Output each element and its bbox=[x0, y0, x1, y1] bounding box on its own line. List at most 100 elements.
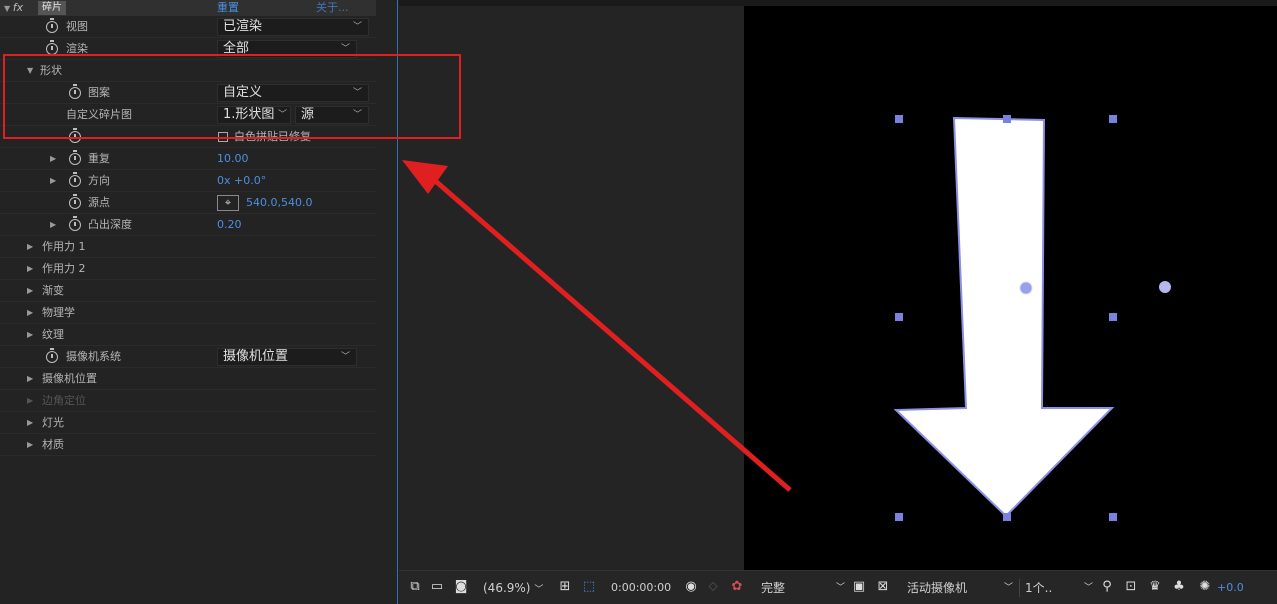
grid-icon[interactable]: ⊞ bbox=[557, 579, 573, 595]
fast-preview-icon[interactable]: ⚲ bbox=[1099, 579, 1115, 595]
expand-triangle-icon[interactable]: ▶ bbox=[50, 214, 56, 236]
timecode[interactable]: 0:00:00:00 bbox=[611, 579, 671, 597]
vr-goggles-icon[interactable]: ◙ bbox=[453, 579, 469, 595]
origin-label: 源点 bbox=[88, 196, 110, 209]
stopwatch-icon[interactable] bbox=[69, 216, 81, 231]
expand-triangle-icon[interactable]: ▶ bbox=[27, 324, 33, 346]
row-origin: 源点 ⌖ 540.0,540.0 bbox=[0, 192, 376, 214]
transparency-grid-icon[interactable]: ⊠ bbox=[875, 579, 891, 595]
gradient-label: 渐变 bbox=[42, 284, 64, 297]
resolution-value: 完整 bbox=[761, 581, 786, 595]
about-link[interactable]: 关于... bbox=[316, 0, 349, 16]
physics-label: 物理学 bbox=[42, 306, 75, 319]
down-arrow-shape[interactable] bbox=[893, 116, 1115, 518]
view-dropdown[interactable]: 已渲染 ﹀ bbox=[217, 18, 369, 36]
camera-system-value: 摄像机位置 bbox=[223, 349, 289, 364]
show-snapshot-icon[interactable]: ⬦ bbox=[705, 579, 721, 595]
arrow-shape-layer[interactable] bbox=[744, 6, 1277, 570]
exposure-reset-icon[interactable]: ✺ bbox=[1197, 579, 1213, 595]
stopwatch-icon[interactable] bbox=[69, 172, 81, 187]
exposure-value[interactable]: +0.0 bbox=[1217, 579, 1244, 597]
effect-name[interactable]: 碎片 bbox=[38, 1, 66, 15]
camera-system-dropdown[interactable]: 摄像机位置 ﹀ bbox=[217, 348, 357, 366]
group-lighting[interactable]: ▶ 灯光 bbox=[0, 412, 376, 434]
material-label: 材质 bbox=[42, 438, 64, 451]
expand-triangle-icon[interactable]: ▶ bbox=[27, 412, 33, 434]
monitor-icon[interactable]: ▭ bbox=[429, 579, 445, 595]
crosshair-icon[interactable]: ⌖ bbox=[217, 195, 239, 211]
bbox-handle[interactable] bbox=[895, 513, 903, 521]
group-force2[interactable]: ▶ 作用力 2 bbox=[0, 258, 376, 280]
views-dropdown[interactable]: 1个.. ﹀ bbox=[1025, 579, 1093, 597]
camera-value: 活动摄像机 bbox=[907, 581, 968, 595]
chevron-down-icon: ﹀ bbox=[835, 583, 845, 593]
expand-triangle-icon[interactable]: ▶ bbox=[27, 368, 33, 390]
row-repetitions: ▶ 重复 10.00 bbox=[0, 148, 376, 170]
bbox-handle[interactable] bbox=[1109, 115, 1117, 123]
row-extrusion-depth: ▶ 凸出深度 0.20 bbox=[0, 214, 376, 236]
chevron-down-icon: ﹀ bbox=[340, 352, 350, 362]
bbox-handle[interactable] bbox=[1109, 313, 1117, 321]
force2-label: 作用力 2 bbox=[42, 262, 86, 275]
direction-label: 方向 bbox=[88, 174, 110, 187]
expand-triangle-icon[interactable]: ▶ bbox=[27, 258, 33, 280]
row-view: 视图 已渲染 ﹀ bbox=[0, 16, 376, 38]
toggle-transparency-icon[interactable]: ⊡ bbox=[1123, 579, 1139, 595]
stopwatch-icon[interactable] bbox=[46, 348, 58, 363]
stopwatch-icon[interactable] bbox=[69, 194, 81, 209]
direction-value[interactable]: 0x +0.0° bbox=[217, 170, 266, 192]
expand-triangle-icon: ▶ bbox=[27, 396, 34, 405]
bbox-handle[interactable] bbox=[1003, 115, 1011, 123]
reset-button[interactable]: 重置 bbox=[217, 0, 239, 16]
camera-system-label: 摄像机系统 bbox=[66, 350, 121, 363]
expand-triangle-icon[interactable]: ▶ bbox=[27, 236, 33, 258]
region-of-interest-icon[interactable]: ⬚ bbox=[581, 579, 597, 595]
repetitions-label: 重复 bbox=[88, 152, 110, 165]
zoom-value: (46.9%) bbox=[483, 581, 531, 595]
group-camera-position[interactable]: ▶ 摄像机位置 bbox=[0, 368, 376, 390]
group-force1[interactable]: ▶ 作用力 1 bbox=[0, 236, 376, 258]
bbox-handle[interactable] bbox=[1109, 513, 1117, 521]
chevron-down-icon: ﹀ bbox=[534, 585, 544, 595]
lighting-label: 灯光 bbox=[42, 416, 64, 429]
group-physics[interactable]: ▶ 物理学 bbox=[0, 302, 376, 324]
divider bbox=[1019, 579, 1020, 597]
composition-viewer[interactable] bbox=[744, 6, 1277, 570]
group-material[interactable]: ▶ 材质 bbox=[0, 434, 376, 456]
fx-icon[interactable]: ▼ fx bbox=[4, 0, 23, 17]
camera-position-label: 摄像机位置 bbox=[42, 372, 97, 385]
row-direction: ▶ 方向 0x +0.0° bbox=[0, 170, 376, 192]
group-textures[interactable]: ▶ 纹理 bbox=[0, 324, 376, 346]
expand-triangle-icon[interactable]: ▶ bbox=[27, 280, 33, 302]
corner-pins-label: 边角定位 bbox=[42, 394, 86, 407]
group-gradient[interactable]: ▶ 渐变 bbox=[0, 280, 376, 302]
repetitions-value[interactable]: 10.00 bbox=[217, 148, 249, 170]
stopwatch-icon[interactable] bbox=[46, 18, 58, 33]
flowchart-icon[interactable]: ♣ bbox=[1171, 579, 1187, 595]
always-preview-icon[interactable]: ⧉ bbox=[407, 579, 423, 595]
origin-value[interactable]: 540.0,540.0 bbox=[246, 192, 312, 214]
highlight-box bbox=[3, 54, 461, 139]
bbox-handle[interactable] bbox=[895, 313, 903, 321]
resolution-dropdown[interactable]: 完整 ﹀ bbox=[761, 579, 845, 597]
anchor-point-icon[interactable] bbox=[1019, 281, 1033, 295]
bbox-handle[interactable] bbox=[895, 115, 903, 123]
chevron-down-icon: ﹀ bbox=[352, 22, 362, 32]
expand-triangle-icon[interactable]: ▶ bbox=[50, 170, 56, 192]
expand-triangle-icon[interactable]: ▶ bbox=[27, 434, 33, 456]
bbox-handle[interactable] bbox=[1003, 513, 1011, 521]
chevron-down-icon: ﹀ bbox=[1083, 583, 1093, 593]
region-icon[interactable]: ▣ bbox=[851, 579, 867, 595]
extrusion-depth-value[interactable]: 0.20 bbox=[217, 214, 242, 236]
expand-triangle-icon[interactable]: ▶ bbox=[50, 148, 56, 170]
textures-label: 纹理 bbox=[42, 328, 64, 341]
timeline-icon[interactable]: ♛ bbox=[1147, 579, 1163, 595]
expand-triangle-icon[interactable]: ▶ bbox=[27, 302, 33, 324]
color-channels-icon[interactable]: ✿ bbox=[729, 579, 745, 595]
snapshot-camera-icon[interactable]: ◉ bbox=[683, 579, 699, 595]
zoom-dropdown[interactable]: (46.9%) ﹀ bbox=[483, 579, 543, 597]
stopwatch-icon[interactable] bbox=[69, 150, 81, 165]
camera-dropdown[interactable]: 活动摄像机 ﹀ bbox=[907, 579, 1013, 597]
extrusion-depth-label: 凸出深度 bbox=[88, 218, 132, 231]
rotation-handle-icon[interactable] bbox=[1159, 281, 1171, 293]
